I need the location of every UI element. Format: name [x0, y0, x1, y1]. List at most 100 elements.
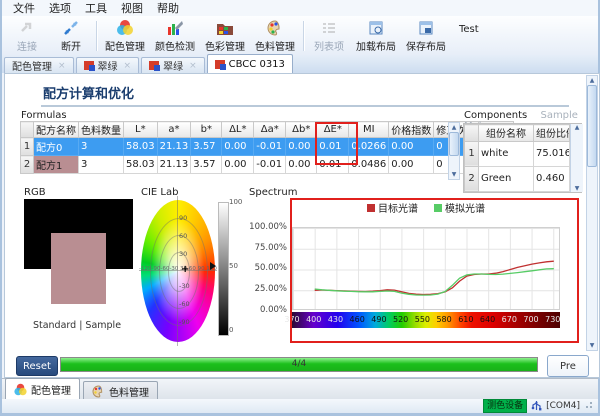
menu-bar: 文件 选项 工具 视图 帮助	[2, 0, 598, 17]
scrollbar-thumb[interactable]	[587, 85, 597, 167]
tab-cbcc-0313[interactable]: CBCC 0313	[207, 54, 293, 73]
wavelength-tick: 400	[306, 315, 321, 324]
wavelength-tick: 550	[415, 315, 430, 324]
cielab-panel: CIE Lab 90 60 30 -30 -60 -90 -120-90-60-…	[137, 186, 243, 346]
formula-row[interactable]: 2 配方1 3 58.03 21.13 3.57 0.00 -0.01 0.00…	[21, 156, 514, 174]
component-row[interactable]: 1 white 75.016	[465, 141, 570, 166]
formulas-panel-label: Formulas	[21, 110, 67, 121]
menu-view[interactable]: 视图	[114, 0, 150, 16]
scroll-up-icon[interactable]: ▲	[452, 123, 457, 132]
wavelength-tick: 670	[502, 315, 517, 324]
app-window: 文件 选项 工具 视图 帮助 连接 断开	[0, 0, 600, 416]
connect-button: 连接	[5, 18, 49, 54]
formulas-scrollbar[interactable]: ▲ ▼	[448, 122, 460, 180]
rgb-caption: Standard | Sample	[20, 320, 134, 331]
swatch-icon	[149, 61, 159, 70]
palette-icon	[92, 385, 105, 398]
resize-grip[interactable]	[584, 402, 592, 410]
device-status-badge: 测色设备	[483, 399, 527, 413]
tab-components[interactable]: Components	[464, 110, 527, 121]
components-header-row: 组份名称 组份比例	[465, 125, 570, 142]
com-port-label: [COM4]	[546, 401, 580, 411]
formulas-header-row: 配方名称 色料数量 L* a* b* ΔL* Δa* Δb* ΔE* MI 价格…	[21, 122, 514, 138]
spectrum-legend: 目标光谱 模拟光谱	[292, 200, 560, 215]
wavelength-tick: 430	[328, 315, 343, 324]
connect-icon	[19, 19, 35, 38]
load-layout-button[interactable]: 加载布局	[351, 18, 401, 54]
wavelength-tick: 370	[284, 315, 299, 324]
lightness-pointer-icon[interactable]	[210, 262, 216, 270]
status-bar: 测色设备 [COM4]	[2, 399, 598, 413]
wavelength-tick: 490	[371, 315, 386, 324]
spectrum-plot	[292, 227, 560, 310]
components-panel: 组份名称 组份比例 1 white 75.016 2 Green 0.460 ▲…	[463, 123, 582, 193]
save-layout-icon	[418, 19, 434, 38]
tab-emerald-1[interactable]: 翠绿 ×	[76, 57, 140, 73]
title-divider	[41, 105, 569, 107]
color-wheel-icon	[14, 383, 27, 396]
page-title: 配方计算和优化	[43, 83, 134, 102]
wavelength-tick: 520	[393, 315, 408, 324]
bottom-tab-colorant-manage[interactable]: 色料管理	[83, 381, 158, 400]
menu-help[interactable]: 帮助	[150, 0, 186, 16]
scroll-up-icon[interactable]: ▲	[575, 124, 580, 131]
disconnect-button[interactable]: 断开	[49, 18, 93, 54]
progress-bar: 4/4	[60, 357, 538, 372]
tab-emerald-2[interactable]: 翠绿 ×	[141, 57, 205, 73]
scrollbar-thumb[interactable]	[449, 132, 459, 156]
main-content: 配方计算和优化 Formulas 配方名称 色料数量 L* a* b* ΔL* …	[4, 73, 600, 378]
usb-icon	[531, 400, 542, 412]
components-table: 组份名称 组份比例 1 white 75.016 2 Green 0.460	[464, 124, 570, 192]
toolbar-separator	[303, 21, 304, 51]
wavelength-tick: 610	[458, 315, 473, 324]
color-library-button[interactable]: 色彩管理	[200, 18, 250, 54]
formula-row-selected[interactable]: 1 配方0 3 58.03 21.13 3.57 0.00 -0.01 0.00…	[21, 138, 514, 156]
tab-close-icon[interactable]: ×	[189, 61, 197, 71]
swatch-icon	[84, 61, 94, 70]
list-icon	[321, 19, 337, 38]
wavelength-axis: 370400430460490520550580610640670700730	[292, 312, 560, 328]
bottom-tab-color-matching[interactable]: 配色管理	[5, 378, 80, 400]
formulas-table: 配方名称 色料数量 L* a* b* ΔL* Δa* Δb* ΔE* MI 价格…	[20, 121, 514, 174]
wavelength-tick: 640	[480, 315, 495, 324]
save-layout-button[interactable]: 保存布局	[401, 18, 451, 54]
tab-close-icon[interactable]: ×	[58, 61, 66, 71]
cielab-panel-label: CIE Lab	[141, 187, 178, 198]
toolbar: 连接 断开 配色管理	[2, 16, 598, 56]
rgb-panel-label: RGB	[24, 187, 46, 198]
colorant-manage-button[interactable]: 色料管理	[250, 18, 300, 54]
wavelength-tick: 580	[436, 315, 451, 324]
menu-options[interactable]: 选项	[42, 0, 78, 16]
tab-close-icon[interactable]: ×	[124, 61, 132, 71]
wavelength-tick: 730	[545, 315, 560, 324]
palette-icon	[266, 19, 284, 38]
sample-color-swatch	[51, 233, 106, 304]
color-detect-button[interactable]: 颜色检测	[150, 18, 200, 54]
sample-position-marker: +	[181, 264, 189, 275]
disconnect-icon	[63, 19, 79, 38]
lightness-bar[interactable]	[218, 202, 229, 336]
wavelength-tick: 460	[350, 315, 365, 324]
rgb-panel: RGB Standard | Sample	[20, 186, 134, 346]
wavelength-tick: 700	[523, 315, 538, 324]
menu-file[interactable]: 文件	[6, 0, 42, 16]
components-scrollbar[interactable]: ▲ ▼	[570, 124, 583, 192]
toolbar-separator	[96, 21, 97, 51]
pre-button[interactable]: Pre	[547, 355, 589, 377]
scroll-up-icon[interactable]: ▲	[590, 76, 595, 85]
color-detect-icon	[166, 19, 184, 38]
test-label: Test	[459, 24, 479, 35]
menu-tools[interactable]: 工具	[78, 0, 114, 16]
scroll-down-icon[interactable]: ▼	[452, 170, 457, 179]
progress-text: 4/4	[61, 359, 537, 369]
color-matching-button[interactable]: 配色管理	[100, 18, 150, 54]
main-scrollbar[interactable]: ▲ ▼	[586, 75, 598, 351]
load-layout-icon	[368, 19, 384, 38]
spectrum-panel-label: Spectrum	[249, 187, 297, 198]
reset-button[interactable]: Reset	[16, 356, 58, 376]
color-folder-icon	[216, 19, 234, 38]
swatch-icon	[215, 60, 225, 69]
scroll-down-icon[interactable]: ▼	[590, 341, 595, 350]
spectrum-curves-svg	[293, 228, 561, 311]
tab-color-matching[interactable]: 配色管理 ×	[4, 57, 74, 73]
